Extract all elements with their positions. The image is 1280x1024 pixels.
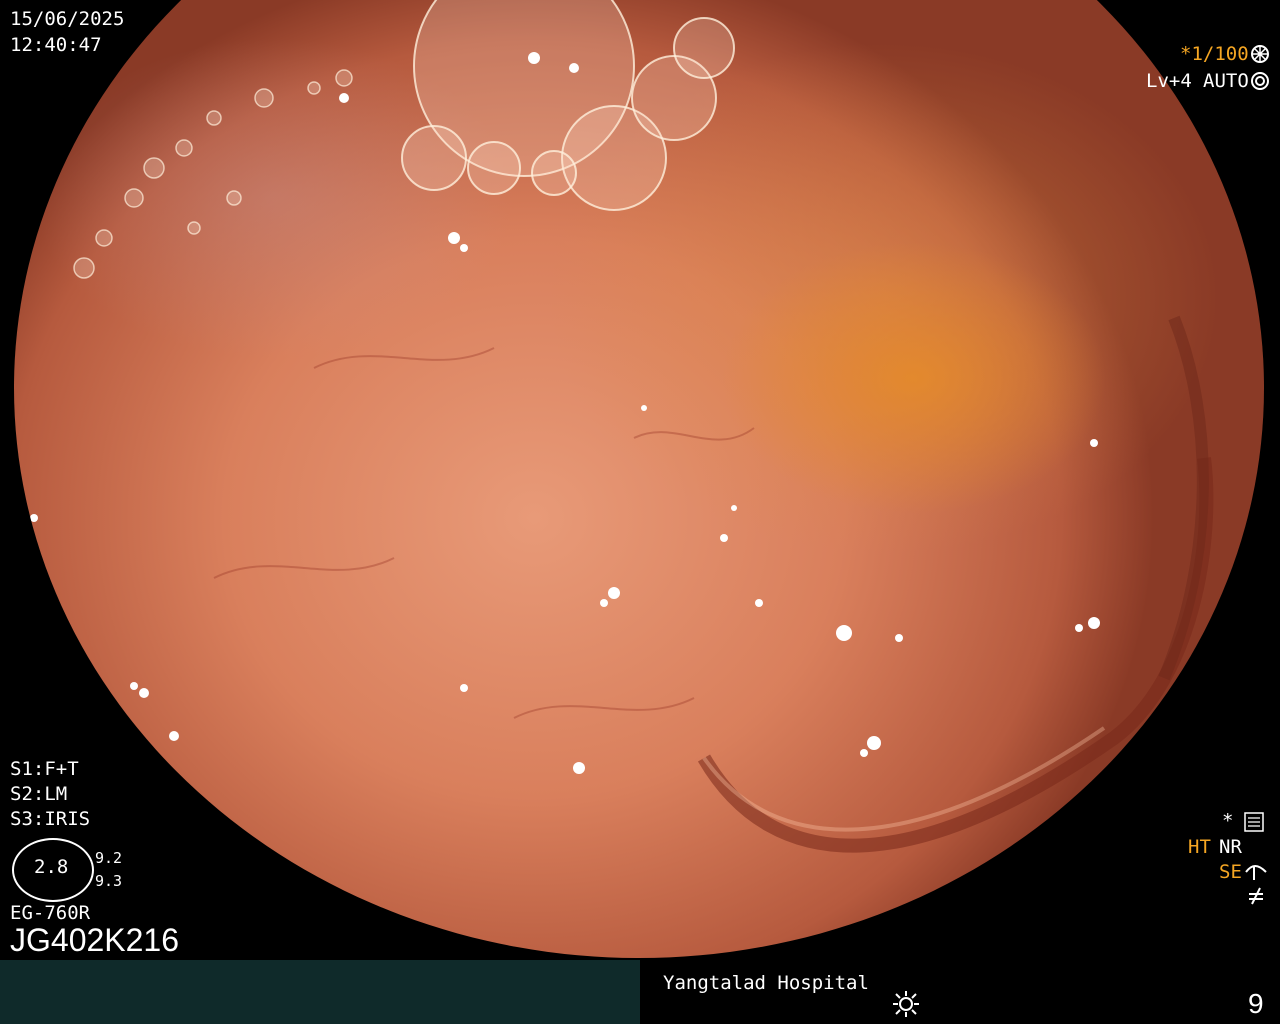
setting-s2: S2:LM <box>10 783 68 805</box>
aperture-icon <box>1251 45 1269 63</box>
time-label: 12:40:47 <box>10 34 102 56</box>
level-label: Lv+4 <box>1146 70 1192 92</box>
nr-flag: NR <box>1219 836 1242 858</box>
frame-counter: 9 <box>1248 988 1264 1019</box>
se-flag: SE <box>1219 861 1242 883</box>
setting-s1: S1:F+T <box>10 758 79 780</box>
star-flag: * <box>1222 810 1234 832</box>
iris-mode-label: AUTO <box>1203 70 1249 92</box>
scope-serial: JG402K216 <box>10 922 180 958</box>
scope-model: EG-760R <box>10 902 91 924</box>
sun-icon <box>893 991 919 1017</box>
endoscope-image <box>14 0 1264 958</box>
iris-icon <box>1251 72 1269 90</box>
mucosa-texture <box>30 0 1214 853</box>
shutter-label: *1/100 <box>1180 43 1249 65</box>
setting-s3: S3:IRIS <box>10 808 91 830</box>
hospital-name: Yangtalad Hospital <box>663 972 869 994</box>
not-equal-icon <box>1249 887 1263 905</box>
date-label: 15/06/2025 <box>10 8 125 30</box>
se-curve-icon <box>1245 865 1267 880</box>
bottom-bar-left <box>0 960 640 1024</box>
ht-flag: HT <box>1188 836 1211 858</box>
settings-sliders-icon <box>1244 812 1264 832</box>
gauge-side-bottom: 9.3 <box>95 872 123 890</box>
gauge-side-top: 9.2 <box>95 849 123 867</box>
gauge-value: 2.8 <box>34 856 69 878</box>
